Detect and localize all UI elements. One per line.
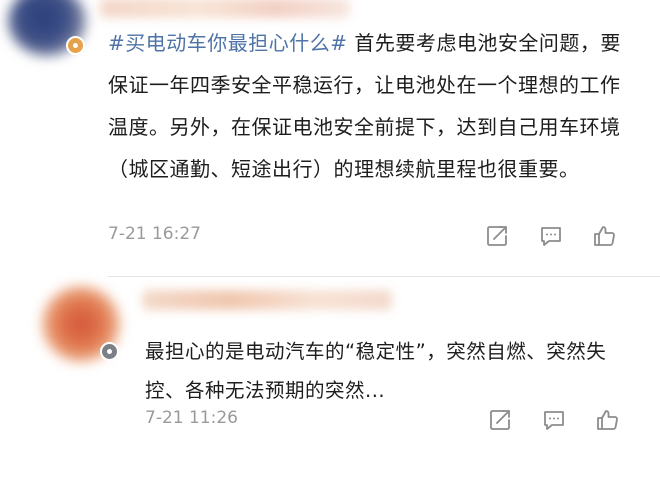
thumbs-up-icon[interactable]	[591, 222, 619, 250]
comment-item: 最担心的是电动汽车的“稳定性”，突然自燃、突然失控、各种无法预期的突然... 7…	[0, 278, 660, 494]
comment-icon[interactable]	[537, 222, 565, 250]
comment-text: #买电动车你最担心什么# 首先要考虑电池安全问题，要保证一年四季安全平稳运行，让…	[108, 22, 636, 190]
comment-actions	[486, 406, 622, 434]
comment-divider	[108, 276, 660, 277]
thumbs-up-icon[interactable]	[594, 406, 622, 434]
comment-text: 最担心的是电动汽车的“稳定性”，突然自燃、突然失控、各种无法预期的突然...	[145, 340, 607, 402]
verified-badge-icon	[66, 36, 85, 55]
comment-actions	[483, 222, 619, 250]
comment-item: #买电动车你最担心什么# 首先要考虑电池安全问题，要保证一年四季安全平稳运行，让…	[0, 0, 660, 272]
comment-timestamp: 7-21 16:27	[108, 224, 201, 244]
share-icon[interactable]	[486, 406, 514, 434]
comment-icon[interactable]	[540, 406, 568, 434]
username-blurred[interactable]	[100, 0, 350, 18]
share-icon[interactable]	[483, 222, 511, 250]
verified-badge-icon	[100, 342, 119, 361]
topic-link[interactable]: #买电动车你最担心什么#	[108, 31, 348, 55]
comment-timestamp: 7-21 11:26	[145, 408, 238, 428]
username-blurred[interactable]	[142, 290, 392, 310]
